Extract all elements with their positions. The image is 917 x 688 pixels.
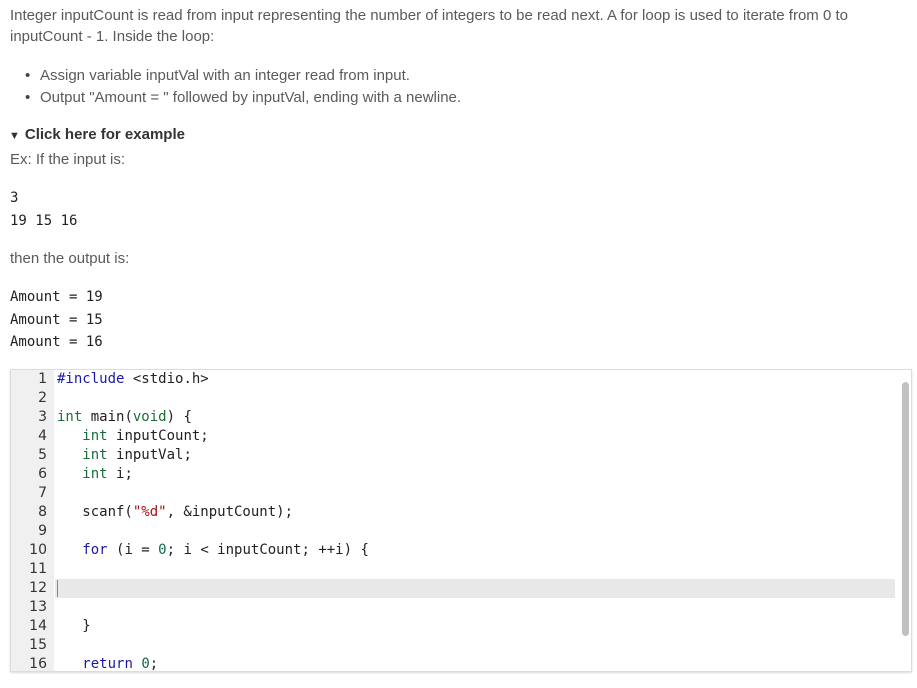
instruction-text: Output "Amount = " followed by inputVal,… — [40, 89, 462, 106]
line-number: 2 — [38, 390, 47, 406]
instruction-text: Assign variable inputVal with an integer… — [40, 67, 410, 84]
code-text[interactable]: scanf("%d", &inputCount); — [55, 503, 895, 522]
example-intro: Ex: If the input is: — [10, 151, 126, 168]
code-line[interactable]: 1 #include <stdio.h> — [11, 370, 895, 389]
code-line[interactable]: 9 — [11, 522, 895, 541]
code-line[interactable]: 7 — [11, 484, 895, 503]
code-line[interactable]: 6 int i; — [11, 465, 895, 484]
code-line[interactable]: 3 int main(void) { — [11, 408, 895, 427]
example-input-line: 3 — [10, 190, 19, 206]
code-line[interactable]: 15 — [11, 636, 895, 655]
triangle-down-icon: ▼ — [9, 130, 20, 142]
code-line[interactable]: 14 } — [11, 617, 895, 636]
code-text[interactable]: for (i = 0; i < inputCount; ++i) { — [55, 541, 895, 560]
line-number: 14 — [29, 618, 47, 634]
code-text[interactable]: #include <stdio.h> — [55, 370, 895, 389]
code-text[interactable] — [55, 522, 895, 541]
line-number: 3 — [38, 409, 47, 425]
code-text[interactable]: int inputVal; — [55, 446, 895, 465]
example-toggle[interactable]: ▼ Click here for example — [9, 126, 185, 143]
example-input-line: 19 15 16 — [10, 212, 78, 229]
line-number: 5 — [38, 447, 47, 463]
code-line[interactable]: 13 — [11, 598, 895, 617]
code-line[interactable]: 8 scanf("%d", &inputCount); — [11, 503, 895, 522]
code-lines[interactable]: 1 #include <stdio.h> 2 3 int main(void) {4 i… — [11, 370, 895, 672]
code-line[interactable]: 12 — [11, 579, 895, 598]
code-text[interactable]: int inputCount; — [55, 427, 895, 446]
instruction-item: • Output "Amount = " followed by inputVal… — [25, 87, 462, 109]
line-number: 11 — [29, 561, 47, 577]
code-line[interactable]: 16 return 0; — [11, 655, 895, 672]
example-output-line: Amount = 19 — [10, 289, 103, 305]
example-output-line: Amount = 16 — [10, 334, 103, 351]
instruction-list: • Assign variable inputVal with an intege… — [20, 65, 461, 109]
instruction-item: • Assign variable inputVal with an intege… — [25, 65, 461, 87]
line-number: 15 — [29, 637, 47, 653]
code-text[interactable] — [55, 636, 895, 655]
code-text[interactable]: return 0; — [55, 655, 895, 671]
code-text[interactable] — [55, 579, 895, 598]
code-text[interactable]: } — [55, 617, 895, 636]
code-text[interactable] — [55, 484, 895, 503]
line-number: 10 — [29, 542, 47, 558]
code-text[interactable]: int main(void) { — [55, 408, 895, 427]
line-number: 13 — [29, 599, 47, 615]
bullet-icon: • — [25, 89, 31, 106]
bullet-icon: • — [25, 67, 31, 84]
code-line[interactable]: 11 — [11, 560, 895, 579]
code-line[interactable]: 10 for (i = 0; i < inputCount; ++i) { — [11, 541, 895, 560]
code-text[interactable]: int i; — [55, 465, 895, 484]
line-number: 8 — [38, 504, 47, 520]
line-number: 9 — [38, 523, 47, 539]
example-input: 3 19 15 16 — [10, 187, 77, 232]
code-text[interactable] — [55, 389, 895, 408]
code-line[interactable]: 2 — [11, 389, 895, 408]
problem-description: Integer inputCount is read from input re… — [10, 7, 848, 45]
line-number: 16 — [29, 656, 47, 672]
line-number: 6 — [38, 466, 47, 482]
code-line[interactable]: 5 int inputVal; — [11, 446, 895, 465]
code-text[interactable] — [55, 560, 895, 579]
code-editor[interactable]: 1 #include <stdio.h> 2 3 int main(void) {4 i… — [10, 369, 912, 672]
line-number: 12 — [29, 580, 47, 596]
example-output: Amount = 19 Amount = 15 Amount = 16 — [10, 286, 103, 354]
line-number: 4 — [38, 428, 47, 444]
code-line[interactable]: 4 int inputCount; — [11, 427, 895, 446]
code-text[interactable] — [55, 598, 895, 617]
line-number: 7 — [38, 485, 47, 501]
editor-scrollbar[interactable] — [902, 382, 909, 636]
example-output-line: Amount = 15 — [10, 311, 103, 328]
text-cursor — [57, 579, 58, 597]
example-toggle-label: Click here for example — [24, 126, 185, 143]
line-number: 1 — [38, 371, 47, 387]
example-output-intro: then the output is: — [10, 250, 130, 267]
